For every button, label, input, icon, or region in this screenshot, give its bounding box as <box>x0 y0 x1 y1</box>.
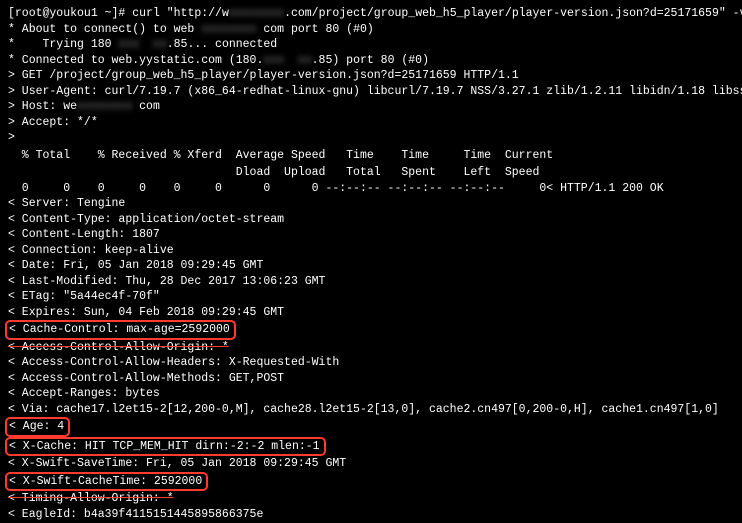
response-content-type: < Content-Type: application/octet-stream <box>8 212 734 228</box>
host-header-line: > Host: wexxxxxxxx com <box>8 99 734 115</box>
cmd-part: .com/project/group_web_h5_player/player-… <box>284 7 742 20</box>
text: .85) port 80 (#0) <box>312 54 429 67</box>
http-request-line: > GET /project/group_web_h5_player/playe… <box>8 68 734 84</box>
response-timing-allow-origin: < Timing-Allow-Origin: * <box>8 491 734 507</box>
response-acao: < Access-Control-Allow-Origin: * <box>8 340 734 356</box>
accept-header-line: > Accept: */* <box>8 115 734 131</box>
response-cache-control-wrap: < Cache-Control: max-age=2592000 <box>8 320 734 340</box>
text: .85... connected <box>167 38 277 51</box>
response-accept-ranges: < Accept-Ranges: bytes <box>8 386 734 402</box>
output-line: * About to connect() to web xxxxxxxx com… <box>8 22 734 38</box>
text: > Host: we <box>8 100 77 113</box>
redacted-host: xxxxxxxx <box>77 100 132 113</box>
response-swift-cachetime-wrap: < X-Swift-CacheTime: 2592000 <box>8 472 734 492</box>
response-content-length: < Content-Length: 1807 <box>8 227 734 243</box>
response-xcache-wrap: < X-Cache: HIT TCP_MEM_HIT dirn:-2:-2 ml… <box>8 437 734 457</box>
progress-row: 0 0 0 0 0 0 0 0 --:--:-- --:--:-- --:--:… <box>8 181 734 197</box>
highlight-age: < Age: 4 <box>5 417 70 437</box>
response-last-modified: < Last-Modified: Thu, 28 Dec 2017 13:06:… <box>8 274 734 290</box>
output-line: * Connected to web.yystatic.com (180.xxx… <box>8 53 734 69</box>
response-date: < Date: Fri, 05 Jan 2018 09:29:45 GMT <box>8 258 734 274</box>
response-etag: < ETag: "5a44ec4f-70f" <box>8 289 734 305</box>
request-end-line: > <box>8 130 734 146</box>
progress-header-2: Dload Upload Total Spent Left Speed <box>8 165 734 181</box>
user-agent-line: > User-Agent: curl/7.19.7 (x86_64-redhat… <box>8 84 734 100</box>
highlight-cache-control: < Cache-Control: max-age=2592000 <box>5 320 236 340</box>
response-acam: < Access-Control-Allow-Methods: GET,POST <box>8 371 734 387</box>
text: * Trying 180 <box>8 38 118 51</box>
response-swift-savetime: < X-Swift-SaveTime: Fri, 05 Jan 2018 09:… <box>8 456 734 472</box>
text: com port 80 (#0) <box>256 23 373 36</box>
highlight-x-cache: < X-Cache: HIT TCP_MEM_HIT dirn:-2:-2 ml… <box>5 437 326 457</box>
text: com <box>132 100 160 113</box>
redacted-ip: xxx xx <box>263 54 311 67</box>
text: * About to connect() to web <box>8 23 201 36</box>
shell-prompt: [root@youkou1 ~]# <box>8 7 132 20</box>
redacted-host: xxxxxxxx <box>229 7 284 20</box>
progress-header-1: % Total % Received % Xferd Average Speed… <box>8 148 734 164</box>
response-age-wrap: < Age: 4 <box>8 417 734 437</box>
cmd-part: curl "http://w <box>132 7 229 20</box>
response-via: < Via: cache17.l2et15-2[12,200-0,M], cac… <box>8 402 734 418</box>
text: * Connected to web.yystatic.com (180. <box>8 54 263 67</box>
response-eagle-id: < EagleId: b4a39f4115151445895866375e <box>8 507 734 523</box>
command-line: [root@youkou1 ~]# curl "http://wxxxxxxxx… <box>8 6 734 22</box>
response-connection: < Connection: keep-alive <box>8 243 734 259</box>
highlight-swift-cachetime: < X-Swift-CacheTime: 2592000 <box>5 472 208 492</box>
redacted-host: xxxxxxxx <box>201 23 256 36</box>
output-line: * Trying 180 xxx xx.85... connected <box>8 37 734 53</box>
response-server: < Server: Tengine <box>8 196 734 212</box>
response-expires: < Expires: Sun, 04 Feb 2018 09:29:45 GMT <box>8 305 734 321</box>
redacted-ip: xxx xx <box>118 38 166 51</box>
response-acah: < Access-Control-Allow-Headers: X-Reques… <box>8 355 734 371</box>
